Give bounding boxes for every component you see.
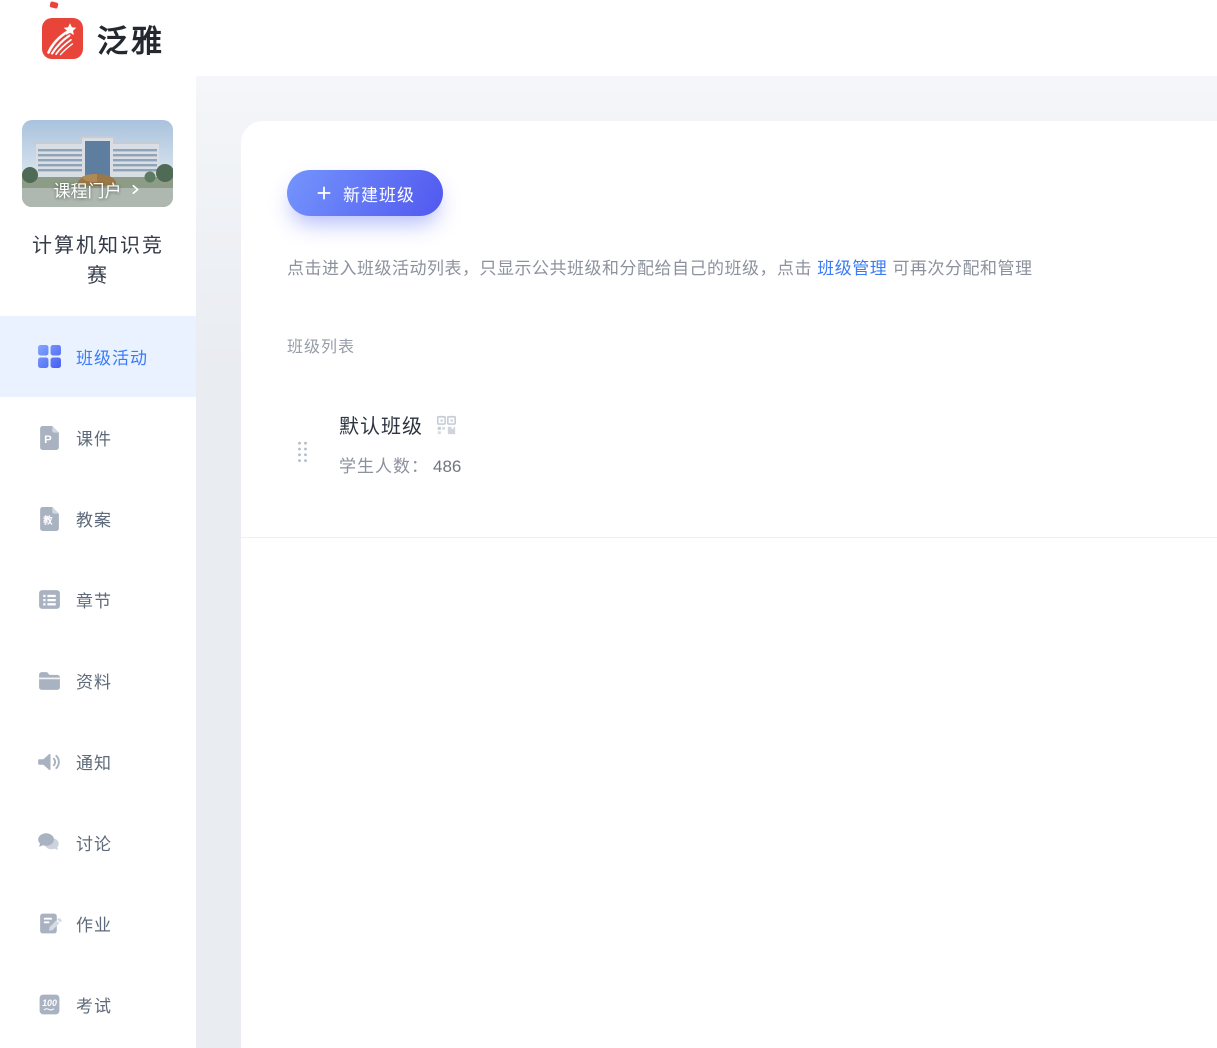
chevron-right-icon — [129, 183, 142, 196]
sidebar-item-courseware[interactable]: P 课件 — [0, 397, 196, 478]
materials-icon — [36, 668, 62, 694]
brand-accent-dot — [49, 1, 58, 9]
svg-text:P: P — [44, 434, 52, 446]
grid-icon — [36, 344, 62, 370]
class-manage-link[interactable]: 班级管理 — [817, 259, 887, 278]
sidebar-item-notice[interactable]: 通知 — [0, 721, 196, 802]
sidebar-item-chapters[interactable]: 章节 — [0, 559, 196, 640]
class-info: 默认班级 — [339, 410, 461, 477]
student-count-label: 学生人数： — [339, 457, 429, 476]
plus-icon — [315, 184, 333, 202]
qr-code-icon[interactable] — [435, 414, 457, 436]
sidebar-item-materials[interactable]: 资料 — [0, 640, 196, 721]
courseware-icon: P — [36, 425, 62, 451]
sidebar-menu: 班级活动 P 课件 教 — [0, 316, 196, 1045]
drag-handle-icon[interactable] — [297, 441, 309, 463]
discussion-icon — [36, 830, 62, 856]
class-name[interactable]: 默认班级 — [339, 410, 423, 439]
sidebar-item-label: 课件 — [76, 425, 112, 450]
chapters-icon — [36, 587, 62, 613]
sidebar-item-label: 考试 — [76, 992, 112, 1017]
comet-star-icon — [42, 18, 83, 59]
class-list-item[interactable]: 默认班级 — [287, 410, 1217, 477]
class-list-label: 班级列表 — [287, 333, 1217, 357]
description-text-after: 可再次分配和管理 — [887, 259, 1032, 278]
sidebar-item-label: 作业 — [76, 911, 112, 936]
sidebar-item-lesson-plan[interactable]: 教 教案 — [0, 478, 196, 559]
course-title: 计算机知识竞赛 — [0, 231, 196, 291]
new-class-button-label: 新建班级 — [343, 181, 415, 206]
svg-text:教: 教 — [42, 515, 53, 526]
top-header: 泛雅 — [0, 0, 1217, 76]
main-area: 新建班级 点击进入班级活动列表，只显示公共班级和分配给自己的班级，点击 班级管理… — [196, 76, 1217, 1048]
course-portal-link[interactable]: 课程门户 — [22, 177, 173, 202]
course-sidebar: 课程门户 计算机知识竞赛 — [0, 76, 196, 1048]
exam-icon: 100 — [36, 992, 62, 1018]
class-list-description: 点击进入班级活动列表，只显示公共班级和分配给自己的班级，点击 班级管理 可再次分… — [287, 254, 1171, 279]
sidebar-item-class-activity[interactable]: 班级活动 — [0, 316, 196, 397]
sidebar-item-label: 班级活动 — [76, 344, 148, 369]
brand-name: 泛雅 — [97, 16, 165, 61]
course-cover[interactable]: 课程门户 — [22, 120, 173, 207]
sidebar-item-label: 讨论 — [76, 830, 112, 855]
notice-icon — [36, 749, 62, 775]
svg-text:100: 100 — [42, 998, 57, 1008]
sidebar-item-label: 通知 — [76, 749, 112, 774]
student-count-value: 486 — [433, 457, 461, 476]
description-text-before: 点击进入班级活动列表，只显示公共班级和分配给自己的班级，点击 — [287, 259, 817, 278]
sidebar-item-discussion[interactable]: 讨论 — [0, 802, 196, 883]
class-activity-panel: 新建班级 点击进入班级活动列表，只显示公共班级和分配给自己的班级，点击 班级管理… — [241, 121, 1217, 1048]
new-class-button[interactable]: 新建班级 — [287, 170, 443, 216]
course-portal-label: 课程门户 — [54, 177, 122, 202]
sidebar-item-label: 资料 — [76, 668, 112, 693]
sidebar-item-exam[interactable]: 100 考试 — [0, 964, 196, 1045]
student-count-line: 学生人数：486 — [339, 452, 461, 477]
sidebar-item-label: 章节 — [76, 587, 112, 612]
class-row-divider — [241, 537, 1217, 538]
sidebar-item-label: 教案 — [76, 506, 112, 531]
sidebar-item-homework[interactable]: 作业 — [0, 883, 196, 964]
homework-icon — [36, 911, 62, 937]
lesson-plan-icon: 教 — [36, 506, 62, 532]
brand-logo-icon[interactable] — [42, 18, 83, 59]
